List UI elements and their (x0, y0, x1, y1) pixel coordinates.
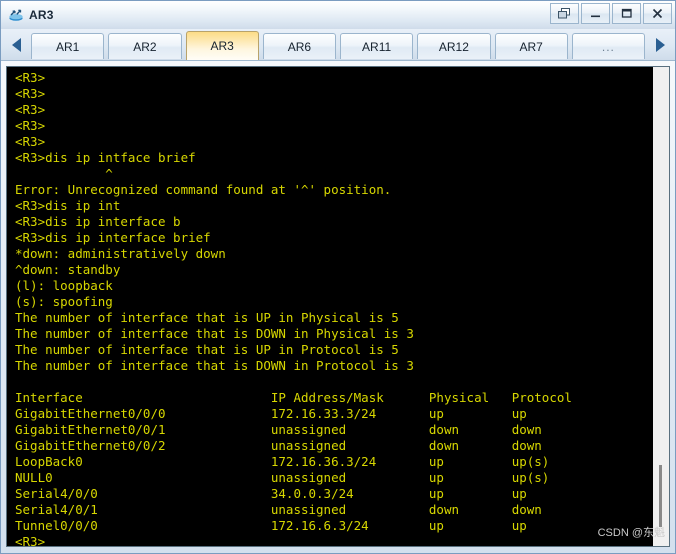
terminal-line: NULL0 unassigned up up(s) (15, 470, 550, 485)
terminal-line: *down: administratively down (15, 246, 226, 261)
tab-ar7[interactable]: AR7 (494, 33, 568, 59)
terminal-line: Serial4/0/1 unassigned down down (15, 502, 542, 517)
tab-ar3[interactable]: AR3 (185, 31, 259, 60)
terminal-line: GigabitEthernet0/0/0 172.16.33.3/24 up u… (15, 406, 527, 421)
terminal-line: LoopBack0 172.16.36.3/24 up up(s) (15, 454, 550, 469)
terminal-line: The number of interface that is UP in Pr… (15, 342, 399, 357)
terminal-panel: <R3> <R3> <R3> <R3> <R3> <R3>dis ip intface b… (6, 66, 670, 547)
tab-scroll-left-button[interactable] (3, 32, 29, 58)
terminal-line: <R3> (15, 70, 46, 85)
terminal-line: GigabitEthernet0/0/1 unassigned down dow… (15, 422, 542, 437)
tab-list: AR1 AR2 AR3 AR6 AR11 AR12 AR7 ... (29, 29, 647, 60)
device-tab-strip: AR1 AR2 AR3 AR6 AR11 AR12 AR7 ... (1, 29, 675, 61)
terminal-line: Interface IP Address/Mask Physical Proto… (15, 390, 572, 405)
terminal-scrollbar-thumb[interactable] (659, 465, 662, 527)
tab-ar11[interactable]: AR11 (340, 33, 414, 59)
tab-label: AR2 (133, 39, 157, 54)
terminal-scrollbar[interactable] (652, 67, 669, 546)
tab-overflow[interactable]: ... (571, 33, 645, 59)
terminal-line: <R3>dis ip int (15, 198, 121, 213)
tab-label: AR12 (438, 39, 469, 54)
terminal-line: (s): spoofing (15, 294, 113, 309)
terminal-line: <R3> (15, 86, 46, 101)
terminal-line: <R3>dis ip intface brief (15, 150, 196, 165)
title-bar: AR3 (1, 1, 675, 29)
router-cli-window: AR3 AR1 AR2 AR3 AR6 AR11 AR12 AR7 ... <R… (0, 0, 676, 554)
tab-scroll-right-button[interactable] (647, 32, 673, 58)
terminal-output[interactable]: <R3> <R3> <R3> <R3> <R3> <R3>dis ip intface b… (7, 67, 652, 546)
tab-label: AR7 (519, 39, 543, 54)
terminal-line: <R3>dis ip interface brief (15, 230, 211, 245)
router-icon (7, 6, 25, 24)
tab-label: AR6 (287, 39, 312, 54)
window-controls (550, 3, 672, 24)
minimize-button[interactable] (581, 3, 610, 24)
terminal-line: <R3>dis ip interface b (15, 214, 181, 229)
terminal-line: GigabitEthernet0/0/2 unassigned down dow… (15, 438, 542, 453)
terminal-line: <R3> (15, 534, 46, 546)
tab-label: ... (601, 39, 615, 54)
terminal-line: The number of interface that is DOWN in … (15, 326, 414, 341)
tab-label: AR3 (210, 39, 234, 53)
terminal-line: <R3> (15, 134, 46, 149)
tab-ar1[interactable]: AR1 (31, 33, 105, 59)
terminal-line: The number of interface that is UP in Ph… (15, 310, 399, 325)
tab-label: AR1 (55, 39, 80, 54)
close-button[interactable] (643, 3, 672, 24)
chevron-right-icon (655, 38, 665, 52)
terminal-line: <R3> (15, 102, 46, 117)
terminal-line: ^down: standby (15, 262, 121, 277)
restore-button[interactable] (550, 3, 579, 24)
terminal-line: ^ (15, 166, 113, 181)
window-title: AR3 (29, 8, 54, 22)
terminal-line: The number of interface that is DOWN in … (15, 358, 414, 373)
terminal-line: Error: Unrecognized command found at '^'… (15, 182, 392, 197)
maximize-button[interactable] (612, 3, 641, 24)
tab-ar6[interactable]: AR6 (262, 33, 336, 59)
terminal-line: Serial4/0/0 34.0.0.3/24 up up (15, 486, 527, 501)
tab-ar2[interactable]: AR2 (108, 33, 182, 59)
tab-label: AR11 (362, 39, 392, 54)
tab-ar12[interactable]: AR12 (417, 33, 491, 59)
terminal-line: (l): loopback (15, 278, 113, 293)
chevron-left-icon (11, 38, 21, 52)
terminal-line: <R3> (15, 118, 46, 133)
terminal-line: Tunnel0/0/0 172.16.6.3/24 up up (15, 518, 527, 533)
